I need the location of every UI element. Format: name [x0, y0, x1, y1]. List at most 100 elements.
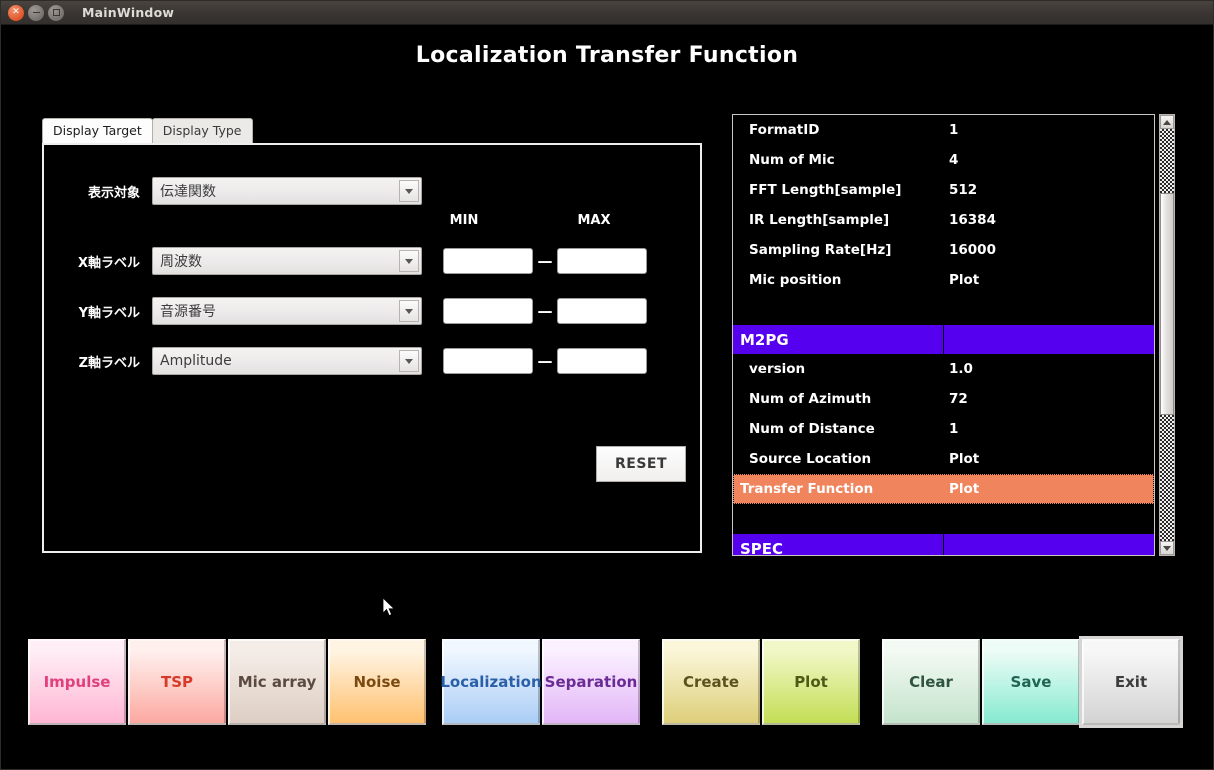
- info-table: FormatID1Num of Mic4FFT Length[sample]51…: [732, 114, 1155, 556]
- field-label-display-target: 表示対象: [44, 182, 140, 201]
- z-axis-select[interactable]: Amplitude: [152, 347, 422, 375]
- scroll-down-arrow-icon[interactable]: [1160, 541, 1174, 555]
- display-target-select[interactable]: 伝達関数: [152, 177, 422, 205]
- noise-button[interactable]: Noise: [328, 639, 426, 725]
- table-row[interactable]: Sampling Rate[Hz]16000: [733, 235, 1154, 265]
- table-row-value: Plot: [944, 481, 1154, 497]
- info-table-scrollbar[interactable]: [1159, 114, 1175, 556]
- table-row-value: Plot: [944, 272, 1154, 288]
- x-axis-max-input[interactable]: [557, 248, 647, 274]
- info-table-body: FormatID1Num of Mic4FFT Length[sample]51…: [733, 115, 1154, 556]
- button-label: Clear: [909, 673, 953, 691]
- scroll-up-arrow-icon[interactable]: [1160, 115, 1174, 129]
- action-button-group: Clear Save Exit: [882, 639, 1180, 725]
- y-axis-max-input[interactable]: [557, 298, 647, 324]
- y-axis-select[interactable]: 音源番号: [152, 297, 422, 325]
- button-label: TSP: [161, 673, 193, 691]
- table-row[interactable]: FormatID1: [733, 115, 1154, 145]
- table-row-value: 1: [944, 122, 1154, 138]
- y-axis-min-input[interactable]: [443, 298, 533, 324]
- separation-button[interactable]: Separation: [542, 639, 640, 725]
- min-column-header: MIN: [419, 213, 509, 228]
- table-row-key: version: [733, 361, 944, 377]
- localization-button[interactable]: Localization: [442, 639, 540, 725]
- table-row[interactable]: Num of Azimuth72: [733, 384, 1154, 414]
- x-axis-range-separator: —: [533, 252, 557, 270]
- table-row-key: Source Location: [733, 451, 944, 467]
- x-axis-min-input[interactable]: [443, 248, 533, 274]
- table-row-value: 16384: [944, 212, 1154, 228]
- chevron-down-icon[interactable]: [399, 300, 419, 322]
- table-row-key: Mic position: [733, 272, 944, 288]
- table-row-value: 4: [944, 152, 1154, 168]
- action-button-bar: Impulse TSP Mic array Noise LocalizationSepa…: [1, 639, 1213, 729]
- field-row-y-axis: Y軸ラベル 音源番号 —: [44, 297, 647, 325]
- table-row-key: Num of Azimuth: [733, 391, 944, 407]
- tab-display-target[interactable]: Display Target: [42, 118, 153, 143]
- button-label: Mic array: [238, 673, 317, 691]
- scrollbar-thumb[interactable]: [1160, 193, 1174, 415]
- table-row[interactable]: FFT Length[sample]512: [733, 175, 1154, 205]
- close-icon[interactable]: ✕: [8, 5, 24, 21]
- mic-array-button[interactable]: Mic array: [228, 639, 326, 725]
- reset-button[interactable]: RESET: [596, 446, 686, 482]
- table-row[interactable]: Mic positionPlot: [733, 265, 1154, 295]
- button-label: Impulse: [44, 673, 111, 691]
- info-table-spacer: [733, 295, 1154, 325]
- y-axis-value: 音源番号: [153, 301, 216, 321]
- maximize-glyph: [53, 9, 60, 16]
- table-row-value: Plot: [944, 451, 1154, 467]
- field-row-display-target: 表示対象 伝達関数: [44, 177, 422, 205]
- table-row[interactable]: version1.0: [733, 354, 1154, 384]
- table-row[interactable]: Source LocationPlot: [733, 444, 1154, 474]
- minimize-icon[interactable]: [28, 5, 44, 21]
- table-row-key: Sampling Rate[Hz]: [733, 242, 944, 258]
- button-label: Plot: [794, 673, 828, 691]
- chevron-down-icon[interactable]: [399, 250, 419, 272]
- clear-button[interactable]: Clear: [882, 639, 980, 725]
- tab-display-type[interactable]: Display Type: [152, 118, 253, 143]
- table-row-key: Transfer Function: [733, 481, 944, 497]
- button-label: Exit: [1115, 673, 1147, 691]
- x-axis-select[interactable]: 周波数: [152, 247, 422, 275]
- minimize-glyph: [33, 12, 40, 14]
- exit-button[interactable]: Exit: [1082, 639, 1180, 725]
- table-row[interactable]: Transfer FunctionPlot: [733, 474, 1154, 504]
- table-row[interactable]: IR Length[sample]16384: [733, 205, 1154, 235]
- chevron-down-icon[interactable]: [399, 180, 419, 202]
- impulse-button[interactable]: Impulse: [28, 639, 126, 725]
- table-row-key: IR Length[sample]: [733, 212, 944, 228]
- window-title: MainWindow: [82, 5, 174, 20]
- tab-display-target-label: Display Target: [53, 123, 142, 138]
- z-axis-min-input[interactable]: [443, 348, 533, 374]
- info-table-section-header[interactable]: M2PG: [733, 325, 1154, 354]
- reset-button-label: RESET: [615, 456, 667, 472]
- y-axis-range-separator: —: [533, 302, 557, 320]
- button-label: Save: [1011, 673, 1052, 691]
- table-row-key: FormatID: [733, 122, 944, 138]
- page-title: Localization Transfer Function: [1, 43, 1213, 68]
- field-row-z-axis: Z軸ラベル Amplitude —: [44, 347, 647, 375]
- table-row[interactable]: Num of Mic4: [733, 145, 1154, 175]
- close-glyph: ✕: [12, 8, 20, 17]
- button-label: Noise: [353, 673, 400, 691]
- chevron-down-icon[interactable]: [399, 350, 419, 372]
- table-row-value: 72: [944, 391, 1154, 407]
- table-row-value: [944, 325, 1154, 354]
- table-row-value: 512: [944, 182, 1154, 198]
- z-axis-max-input[interactable]: [557, 348, 647, 374]
- info-table-section-header[interactable]: SPEC: [733, 534, 1154, 556]
- plot-button[interactable]: Plot: [762, 639, 860, 725]
- save-button[interactable]: Save: [982, 639, 1080, 725]
- table-row[interactable]: Num of Distance1: [733, 414, 1154, 444]
- tab-bar: Display Target Display Type: [42, 118, 253, 143]
- field-label-x-axis: X軸ラベル: [44, 252, 140, 271]
- field-row-x-axis: X軸ラベル 周波数 —: [44, 247, 647, 275]
- create-button[interactable]: Create: [662, 639, 760, 725]
- action-button-group: Create Plot: [662, 639, 860, 725]
- tsp-button[interactable]: TSP: [128, 639, 226, 725]
- x-axis-value: 周波数: [153, 251, 202, 271]
- action-button-group: LocalizationSeparation: [442, 639, 640, 725]
- table-row-key: Num of Mic: [733, 152, 944, 168]
- maximize-icon[interactable]: [48, 5, 64, 21]
